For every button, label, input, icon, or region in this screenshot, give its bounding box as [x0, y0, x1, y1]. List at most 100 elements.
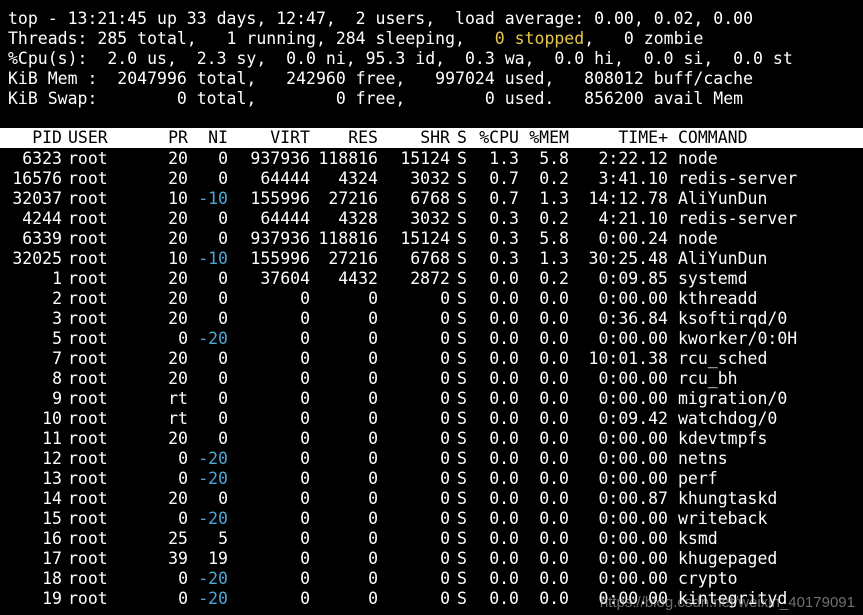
pid-cell: 14: [42, 489, 62, 508]
col-pr[interactable]: PR: [150, 128, 188, 148]
user-cell: root: [68, 569, 108, 588]
table-row[interactable]: 32025 root 10 -10 155996 27216 6768 S 0.3 1.3 30:2…: [0, 249, 863, 269]
cpu-cell: 0.0: [489, 389, 519, 408]
col-ni[interactable]: NI: [190, 128, 228, 148]
priority-cell: 39: [168, 549, 188, 568]
command-cell: khungtaskd: [678, 489, 778, 508]
res-cell: 118816: [318, 149, 378, 168]
time-cell: 0:00.24: [598, 229, 668, 248]
table-row[interactable]: 1 root 20 0 37604 4432 2872 S 0.0 0.2 0:09.85 syste…: [0, 269, 863, 289]
col-command[interactable]: COMMAND: [678, 128, 863, 148]
time-cell: 4:21.10: [598, 209, 668, 228]
user-cell: root: [68, 449, 108, 468]
res-cell: 118816: [318, 229, 378, 248]
user-cell: root: [68, 149, 108, 168]
nice-cell: 0: [218, 309, 228, 328]
priority-cell: 20: [168, 269, 188, 288]
virt-cell: 937936: [250, 149, 310, 168]
nice-cell: 0: [218, 289, 228, 308]
state-cell: S: [457, 169, 467, 188]
command-cell: perf: [678, 469, 718, 488]
command-cell: khugepaged: [678, 549, 778, 568]
table-row[interactable]: 8 root 20 0 0 0 0 S 0.0 0.0 0:00.00 rcu_bh: [0, 369, 863, 389]
priority-cell: 20: [168, 309, 188, 328]
nice-cell: 19: [208, 549, 228, 568]
shr-cell: 0: [440, 289, 450, 308]
virt-cell: 0: [300, 369, 310, 388]
col-res[interactable]: RES: [312, 128, 378, 148]
command-cell: ksoftirqd/0: [678, 309, 788, 328]
virt-cell: 0: [300, 549, 310, 568]
table-row[interactable]: 9 root rt 0 0 0 0 S 0.0 0.0 0:00.00 migration/0: [0, 389, 863, 409]
command-cell: systemd: [678, 269, 748, 288]
col-mem[interactable]: %MEM: [524, 128, 569, 148]
table-row[interactable]: 14 root 20 0 0 0 0 S 0.0 0.0 0:00.87 khungtaskd: [0, 489, 863, 509]
table-row[interactable]: 17 root 39 19 0 0 0 S 0.0 0.0 0:00.00 khugepaged: [0, 549, 863, 569]
state-cell: S: [457, 469, 467, 488]
mem-cell: 0.0: [539, 469, 569, 488]
mem-cell: 5.8: [539, 229, 569, 248]
col-s[interactable]: S: [457, 128, 471, 148]
state-cell: S: [457, 409, 467, 428]
table-row[interactable]: 6339 root 20 0 937936 118816 15124 S 0.3 5.8 0:00.…: [0, 229, 863, 249]
col-user[interactable]: USER: [68, 128, 148, 148]
col-virt[interactable]: VIRT: [230, 128, 310, 148]
res-cell: 4432: [338, 269, 378, 288]
user-cell: root: [68, 209, 108, 228]
command-cell: crypto: [678, 569, 738, 588]
table-row[interactable]: 16576 root 20 0 64444 4324 3032 S 0.7 0.2 3:41.10 r…: [0, 169, 863, 189]
command-cell: migration/0: [678, 389, 788, 408]
pid-cell: 16: [42, 529, 62, 548]
time-cell: 0:00.87: [598, 489, 668, 508]
table-row[interactable]: 4244 root 20 0 64444 4328 3032 S 0.3 0.2 4:21.10 re…: [0, 209, 863, 229]
state-cell: S: [457, 189, 467, 208]
nice-cell: -20: [198, 449, 228, 468]
cpu-cell: 0.0: [489, 369, 519, 388]
user-cell: root: [68, 389, 108, 408]
state-cell: S: [457, 389, 467, 408]
priority-cell: rt: [168, 389, 188, 408]
table-row[interactable]: 15 root 0 -20 0 0 0 S 0.0 0.0 0:00.00 writeback: [0, 509, 863, 529]
table-row[interactable]: 32037 root 10 -10 155996 27216 6768 S 0.7 1.3 14:1…: [0, 189, 863, 209]
table-row[interactable]: 2 root 20 0 0 0 0 S 0.0 0.0 0:00.00 kthreadd: [0, 289, 863, 309]
table-row[interactable]: 16 root 25 5 0 0 0 S 0.0 0.0 0:00.00 ksmd: [0, 529, 863, 549]
column-header-bar: PID USER PR NI VIRT RES SHR S %CPU %MEM …: [0, 128, 863, 148]
table-row[interactable]: 11 root 20 0 0 0 0 S 0.0 0.0 0:00.00 kdevtmpfs: [0, 429, 863, 449]
nice-cell: 0: [218, 169, 228, 188]
pid-cell: 3: [52, 309, 62, 328]
table-row[interactable]: 5 root 0 -20 0 0 0 S 0.0 0.0 0:00.00 kworker/0:0H: [0, 329, 863, 349]
pid-cell: 8: [52, 369, 62, 388]
user-cell: root: [68, 289, 108, 308]
time-cell: 0:00.00: [598, 369, 668, 388]
nice-cell: 0: [218, 489, 228, 508]
virt-cell: 64444: [260, 169, 310, 188]
table-row[interactable]: 3 root 20 0 0 0 0 S 0.0 0.0 0:36.84 ksoftirqd/0: [0, 309, 863, 329]
shr-cell: 0: [440, 309, 450, 328]
nice-cell: 0: [218, 369, 228, 388]
command-cell: rcu_sched: [678, 349, 768, 368]
res-cell: 0: [368, 549, 378, 568]
priority-cell: 20: [168, 349, 188, 368]
col-shr[interactable]: SHR: [380, 128, 450, 148]
col-time[interactable]: TIME+: [574, 128, 668, 148]
cpu-cell: 0.0: [489, 589, 519, 608]
nice-cell: -20: [198, 569, 228, 588]
table-row[interactable]: 13 root 0 -20 0 0 0 S 0.0 0.0 0:00.00 perf: [0, 469, 863, 489]
cpu-cell: 0.0: [489, 409, 519, 428]
table-row[interactable]: 18 root 0 -20 0 0 0 S 0.0 0.0 0:00.00 crypto: [0, 569, 863, 589]
table-row[interactable]: 7 root 20 0 0 0 0 S 0.0 0.0 10:01.38 rcu_sched: [0, 349, 863, 369]
mem-cell: 0.0: [539, 289, 569, 308]
cpu-cell: 0.0: [489, 329, 519, 348]
mem-line: KiB Mem : 2047996 total, 242960 free, 99…: [8, 69, 754, 88]
terminal-window[interactable]: top - 13:21:45 up 33 days, 12:47, 2 user…: [0, 0, 863, 615]
table-row[interactable]: 10 root rt 0 0 0 0 S 0.0 0.0 0:09.42 watchdog/0: [0, 409, 863, 429]
table-row[interactable]: 6323 root 20 0 937936 118816 15124 S 1.3 5.8 2:22.…: [0, 149, 863, 169]
col-cpu[interactable]: %CPU: [474, 128, 519, 148]
virt-cell: 0: [300, 449, 310, 468]
uptime-line: top - 13:21:45 up 33 days, 12:47, 2 user…: [8, 9, 754, 28]
state-cell: S: [457, 149, 467, 168]
nice-cell: 0: [218, 149, 228, 168]
table-row[interactable]: 12 root 0 -20 0 0 0 S 0.0 0.0 0:00.00 netns: [0, 449, 863, 469]
virt-cell: 0: [300, 469, 310, 488]
col-pid[interactable]: PID: [0, 128, 62, 148]
